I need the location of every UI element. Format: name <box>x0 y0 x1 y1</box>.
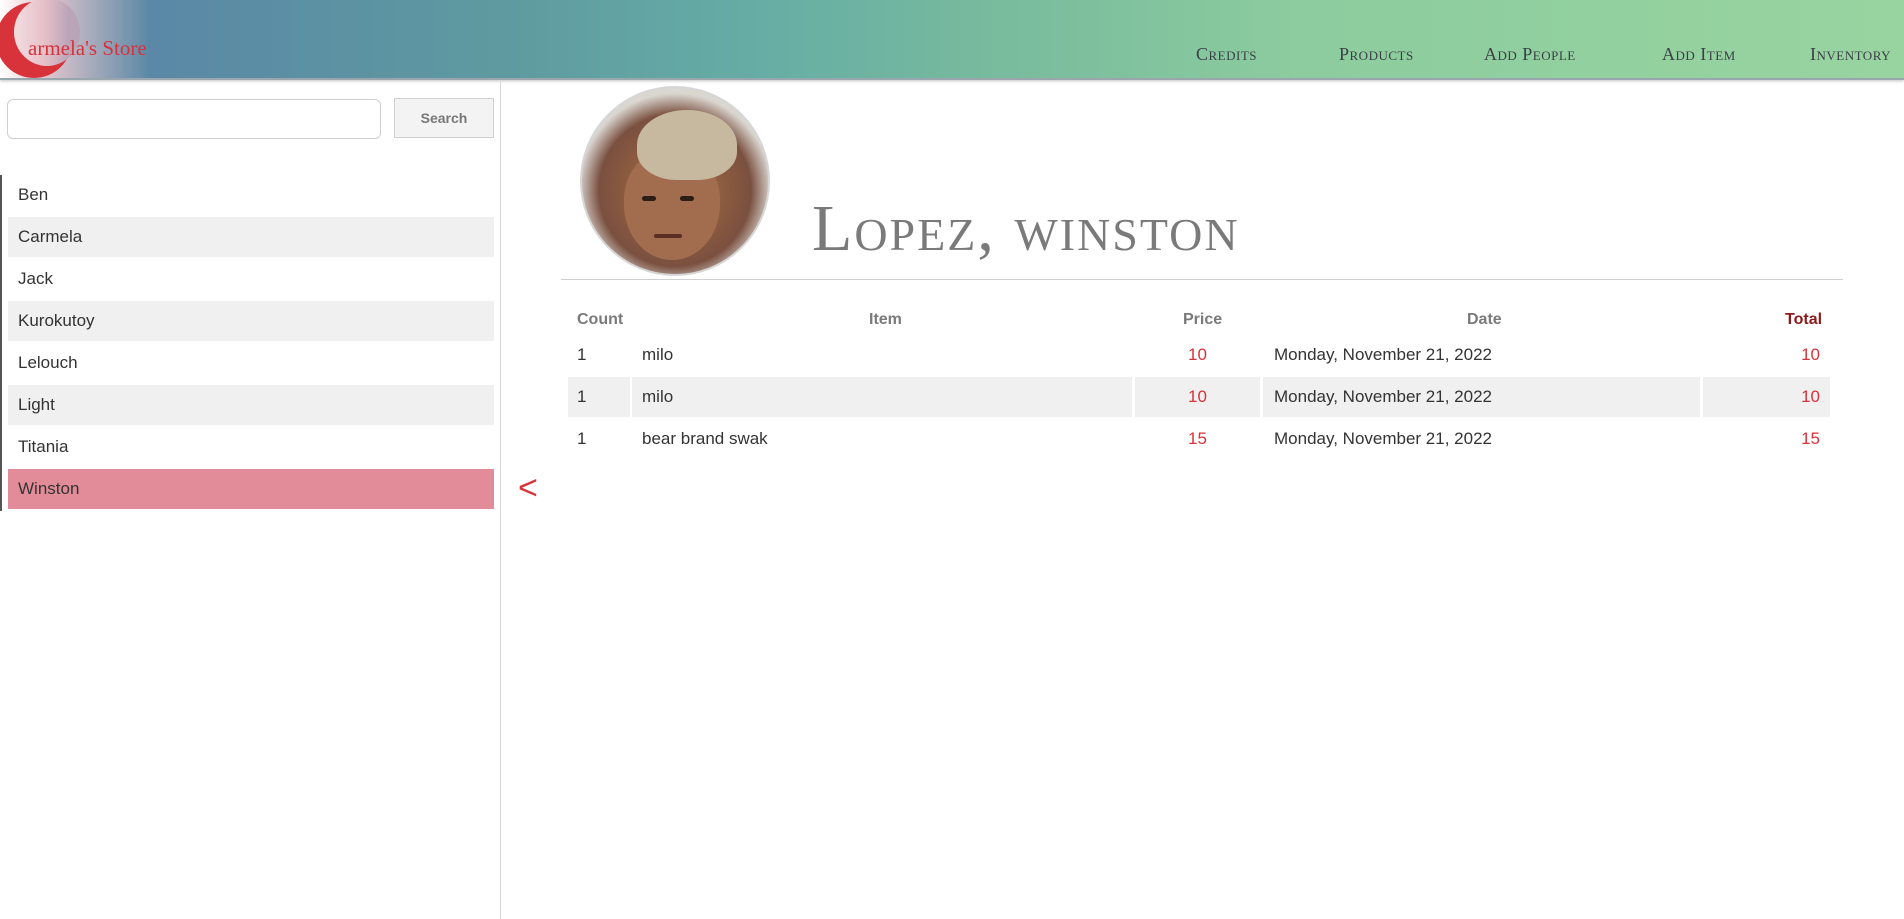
cell-date: Monday, November 21, 2022 <box>1274 345 1492 364</box>
nav-credits[interactable]: Credits <box>1196 44 1257 65</box>
person-item[interactable]: Ben <box>8 175 494 215</box>
cell-date: Monday, November 21, 2022 <box>1263 377 1700 417</box>
profile-name: Lopez, winston <box>812 192 1240 265</box>
cell-count: 1 <box>577 429 587 448</box>
cell-item: milo <box>642 345 674 364</box>
avatar-eye-right <box>680 196 694 201</box>
search-button[interactable]: Search <box>394 98 494 138</box>
app-header: armela's Store Credits Products Add Peop… <box>0 0 1904 80</box>
table-row: 1 milo 10 Monday, November 21, 2022 10 <box>568 377 1836 417</box>
cell-price: 10 <box>1135 377 1260 417</box>
person-item[interactable]: Lelouch <box>8 343 494 383</box>
credits-table: Count Item Price Date Total 1 milo 10 Monda… <box>568 305 1836 461</box>
person-item[interactable]: Jack <box>8 259 494 299</box>
name-divider <box>561 279 1843 280</box>
cell-date: Monday, November 21, 2022 <box>1274 429 1492 448</box>
table-body: 1 milo 10 Monday, November 21, 2022 10 1 milo 1… <box>568 335 1836 459</box>
avatar-cap <box>637 110 737 180</box>
table-row: 1 milo 10 Monday, November 21, 2022 10 <box>568 335 1836 375</box>
avatar-mouth <box>654 234 682 238</box>
table-header: Count Item Price Date Total <box>568 305 1836 335</box>
avatar-eye-left <box>642 196 656 201</box>
cell-price: 15 <box>1188 429 1207 448</box>
header-price: Price <box>1183 311 1223 328</box>
cell-count: 1 <box>568 377 630 417</box>
cell-item: bear brand swak <box>642 429 768 448</box>
top-nav: Credits Products Add People Add Item Inv… <box>0 0 1904 78</box>
header-date: Date <box>1467 311 1502 328</box>
profile-avatar <box>580 86 770 276</box>
person-item[interactable]: Light <box>8 385 494 425</box>
person-item[interactable]: Carmela <box>8 217 494 257</box>
nav-inventory[interactable]: Inventory <box>1810 44 1891 65</box>
person-item[interactable]: Titania <box>8 427 494 467</box>
people-sidebar: Search Ben Carmela Jack Kurokutoy Lelouch Lig… <box>0 80 501 919</box>
cell-price: 10 <box>1188 345 1207 364</box>
cell-count: 1 <box>577 345 587 364</box>
search-input[interactable] <box>7 99 381 139</box>
cell-total: 15 <box>1801 429 1820 448</box>
header-item: Item <box>869 311 902 328</box>
cell-total: 10 <box>1801 345 1820 364</box>
cell-item: milo <box>632 377 1132 417</box>
cell-total: 10 <box>1703 377 1830 417</box>
header-count: Count <box>577 311 624 328</box>
nav-add-item[interactable]: Add Item <box>1662 44 1736 65</box>
table-row: 1 bear brand swak 15 Monday, November 21, 2… <box>568 419 1836 459</box>
person-item[interactable]: Winston <box>8 469 494 509</box>
nav-add-people[interactable]: Add People <box>1484 44 1576 65</box>
header-total: Total <box>1785 311 1823 328</box>
nav-products[interactable]: Products <box>1339 44 1414 65</box>
person-item[interactable]: Kurokutoy <box>8 301 494 341</box>
back-arrow-button[interactable]: < <box>518 469 538 508</box>
people-list: Ben Carmela Jack Kurokutoy Lelouch Light Titan… <box>0 175 494 511</box>
